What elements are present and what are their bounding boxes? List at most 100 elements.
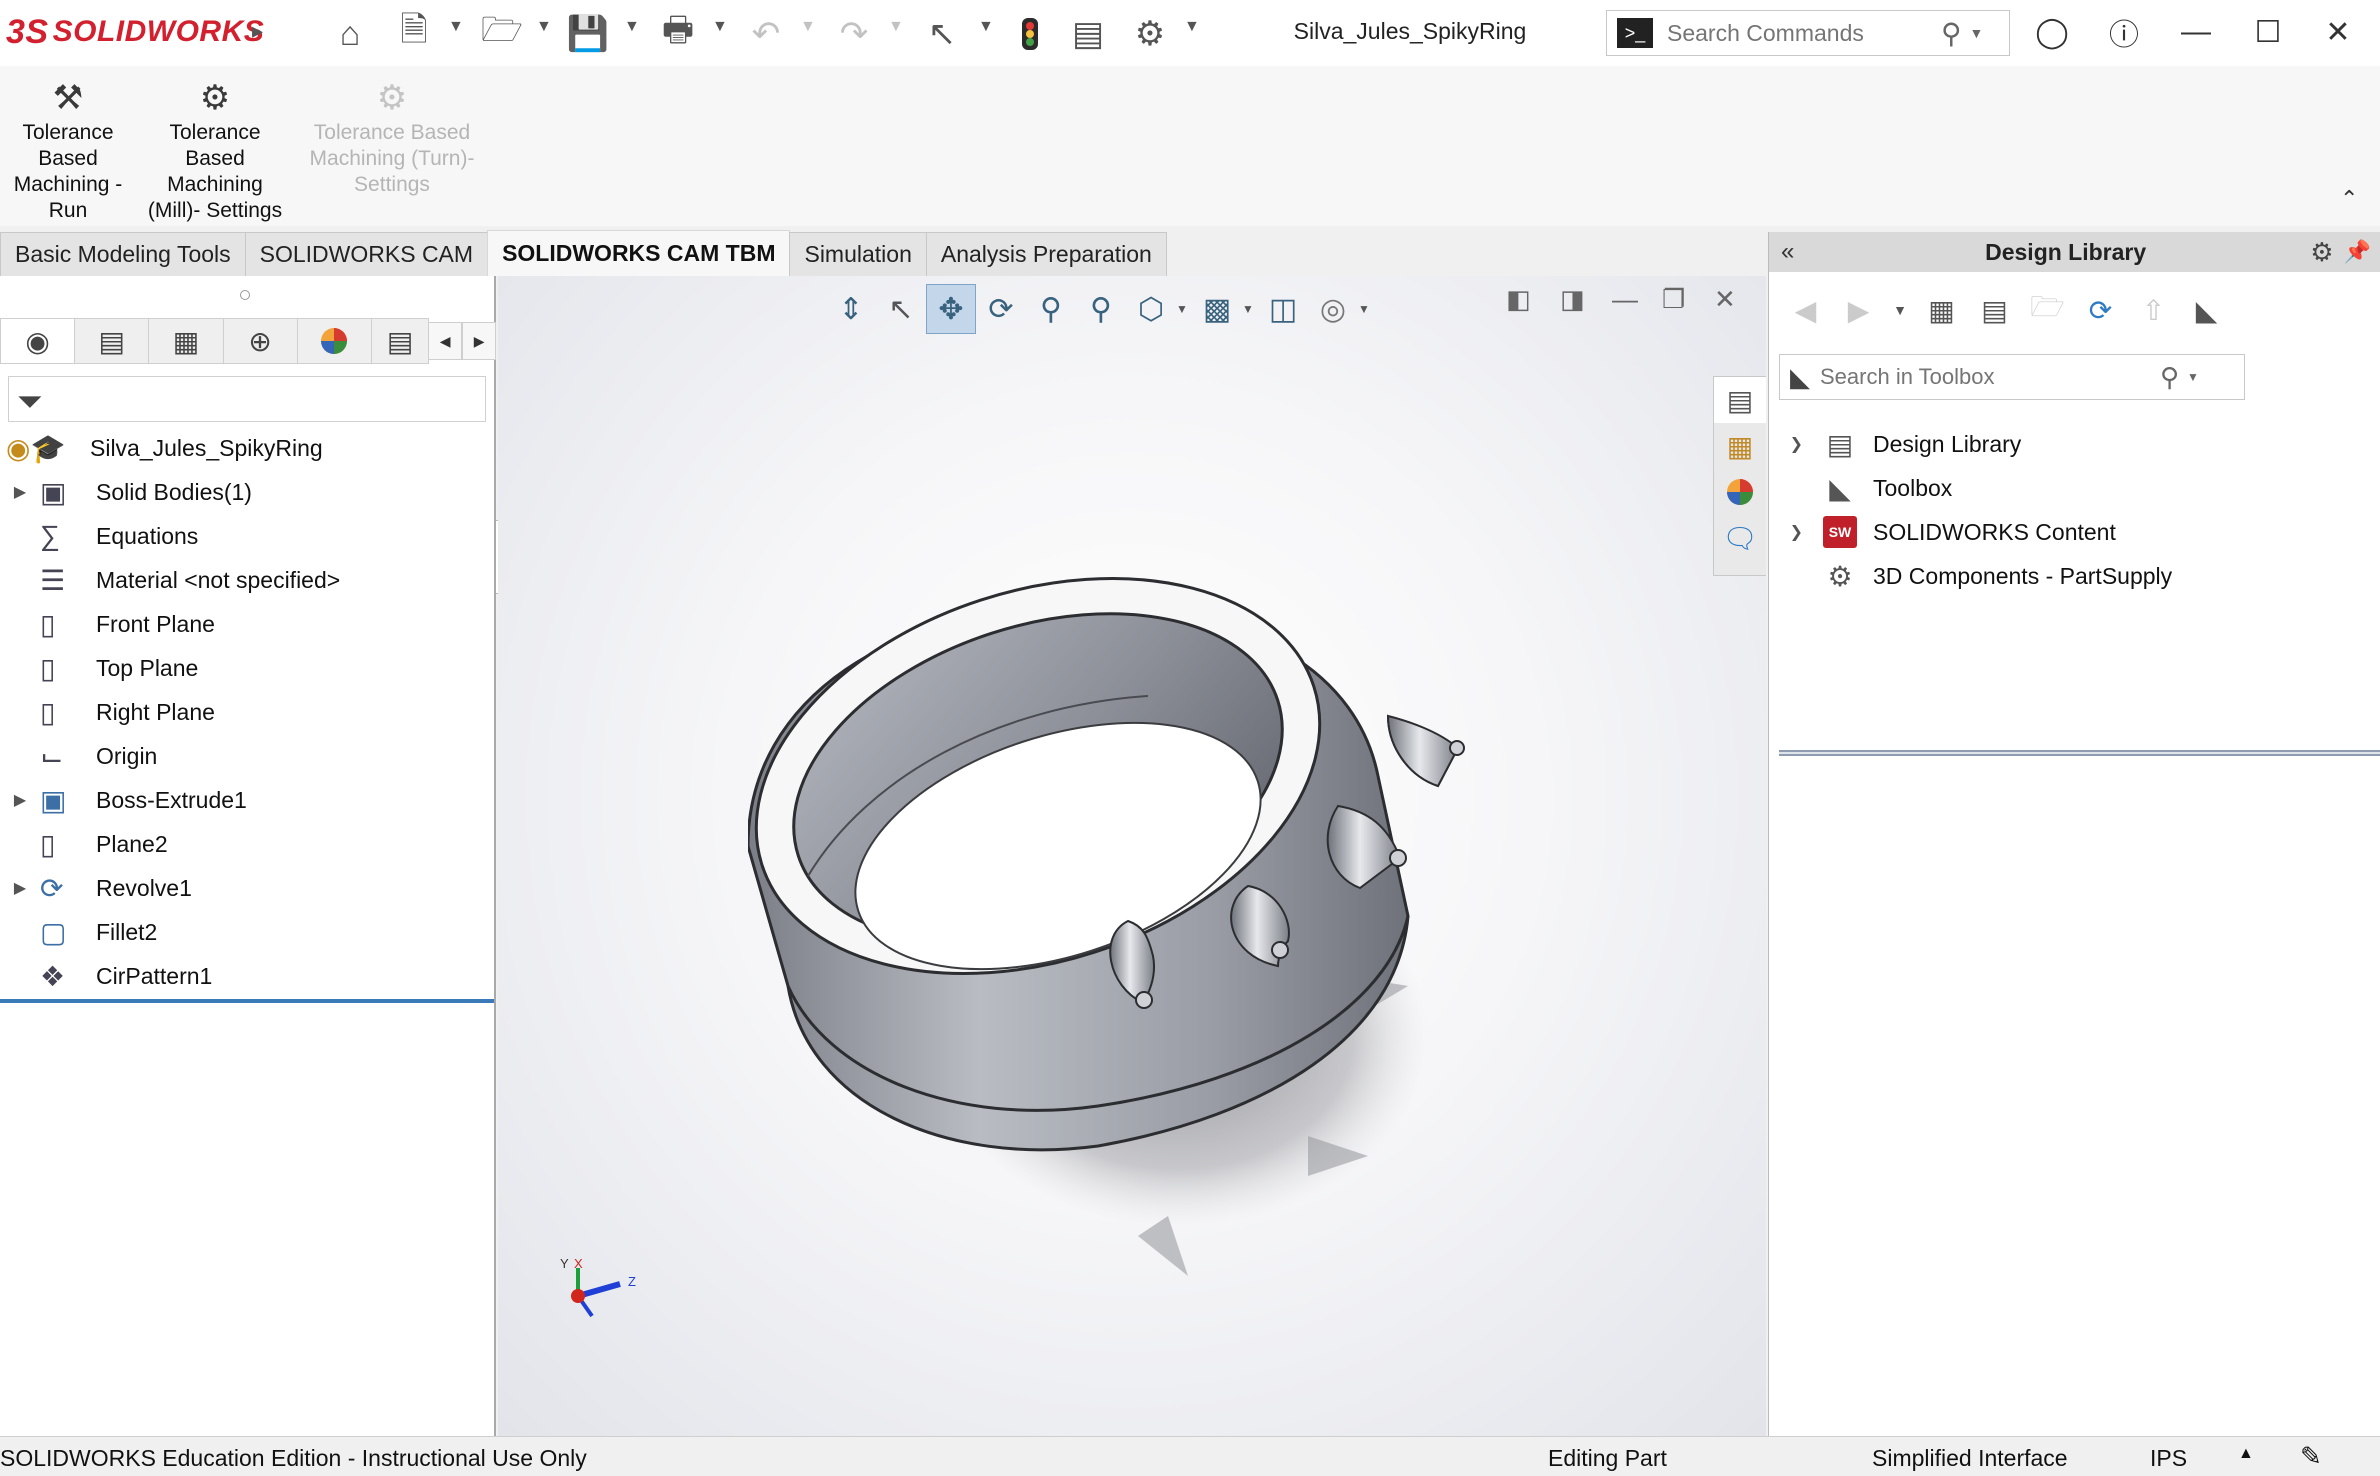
rollback-bar[interactable] <box>0 999 494 1003</box>
status-units[interactable]: IPS <box>2150 1445 2187 1472</box>
refresh-icon[interactable]: ⟳ <box>2074 294 2127 327</box>
viewport-tile-right-icon[interactable]: ◨ <box>1560 284 1585 315</box>
select-cursor-icon[interactable]: ↖ <box>920 12 964 56</box>
panel-handle-icon[interactable] <box>240 290 250 300</box>
save-icon[interactable]: 💾 <box>566 12 610 56</box>
menu-flyout-arrow-icon[interactable]: ▸ <box>252 18 263 44</box>
tbm-turn-settings-button[interactable]: ⚙ Tolerance Based Machining (Turn)- Sett… <box>302 76 482 198</box>
home-icon[interactable]: ⌂ <box>328 12 372 56</box>
units-dropdown-icon[interactable]: ▲ <box>2238 1445 2254 1463</box>
library-item-solidworks-content[interactable]: ❯ SW SOLIDWORKS Content <box>1769 510 2369 554</box>
tab-simulation[interactable]: Simulation <box>789 232 927 276</box>
redo-dropdown-icon[interactable]: ▼ <box>888 18 904 36</box>
toolbox-search-box[interactable]: ◣ ⚲ ▼ <box>1779 354 2245 400</box>
feature-tree-filter[interactable]: ⏷ <box>8 376 486 422</box>
collapse-panel-icon[interactable]: « <box>1781 238 1821 266</box>
select-icon[interactable]: ↖ <box>876 284 926 334</box>
up-one-level-icon[interactable]: ⇧ <box>2127 294 2180 327</box>
tree-item-boss-extrude1[interactable]: ▶ ▣ Boss-Extrude1 <box>0 778 494 822</box>
hide-show-items-icon[interactable]: ◎ <box>1308 284 1358 334</box>
configuration-manager-tab-icon[interactable]: ▦ <box>148 318 224 364</box>
tree-item-material[interactable]: ☰ Material <not specified> <box>0 558 494 602</box>
custom-properties-tab-icon[interactable]: 🗨 <box>1714 515 1766 561</box>
new-dropdown-icon[interactable]: ▼ <box>448 18 464 36</box>
feature-manager-tree-tab-icon[interactable]: ◉ <box>0 318 76 364</box>
redo-icon[interactable]: ↷ <box>832 12 876 56</box>
dimxpert-manager-tab-icon[interactable]: ⊕ <box>222 318 298 364</box>
create-new-folder-icon[interactable]: 🗁 <box>2021 286 2074 334</box>
expand-arrow-icon[interactable]: ❯ <box>1769 434 1815 454</box>
status-interface-mode[interactable]: Simplified Interface <box>1872 1445 2068 1472</box>
design-library-tab-icon[interactable]: ▤ <box>1714 377 1766 423</box>
tabs-scroll-right-icon[interactable]: ▶ <box>462 322 497 360</box>
reference-triad[interactable]: Y X Z <box>548 1256 658 1336</box>
tree-item-front-plane[interactable]: ▯ Front Plane <box>0 602 494 646</box>
tabs-scroll-left-icon[interactable]: ◀ <box>428 322 463 360</box>
display-manager-tab-icon[interactable] <box>296 318 372 364</box>
back-icon[interactable]: ◀ <box>1779 294 1832 327</box>
filter-icon[interactable]: ⏷ <box>17 383 43 421</box>
tree-item-solid-bodies[interactable]: ▶ ▣ Solid Bodies(1) <box>0 470 494 514</box>
search-commands-input[interactable] <box>1667 19 1937 47</box>
property-manager-tab-icon[interactable]: ▤ <box>74 318 150 364</box>
print-icon[interactable]: 🖶 <box>656 11 700 56</box>
graphics-area[interactable]: ⇕ ↖ ✥ ⟳ ⚲ ⚲ ⬡ ▼ ▩ ▼ ◫ ◎ ▼ ◧ ◨ — ❐ ✕ ▤ ▦ … <box>498 276 1766 1436</box>
undo-icon[interactable]: ↶ <box>744 12 788 56</box>
tree-item-top-plane[interactable]: ▯ Top Plane <box>0 646 494 690</box>
viewport-tile-left-icon[interactable]: ◧ <box>1506 284 1531 315</box>
open-folder-icon[interactable]: 🗁 <box>480 11 524 56</box>
expand-arrow-icon[interactable]: ▶ <box>0 482 40 502</box>
tree-item-plane2[interactable]: ▯ Plane2 <box>0 822 494 866</box>
tab-analysis-preparation[interactable]: Analysis Preparation <box>925 232 1167 276</box>
tbm-mill-settings-button[interactable]: ⚙ Tolerance Based Machining (Mill)- Sett… <box>140 76 290 224</box>
library-item-partsupply[interactable]: ⚙ 3D Components - PartSupply <box>1769 554 2369 598</box>
close-window-icon[interactable]: ✕ <box>2310 8 2366 56</box>
expand-arrow-icon[interactable]: ▶ <box>0 790 40 810</box>
pan-icon[interactable]: ✥ <box>926 284 976 334</box>
library-item-design-library[interactable]: ❯ ▤ Design Library <box>1769 422 2369 466</box>
help-icon[interactable]: ⓘ <box>2096 8 2152 56</box>
undo-dropdown-icon[interactable]: ▼ <box>800 18 816 36</box>
user-account-icon[interactable]: ◯ <box>2024 8 2080 56</box>
toolbox-settings-icon[interactable]: ◣ <box>2180 294 2233 327</box>
tbm-run-button[interactable]: ⚒ Tolerance Based Machining - Run <box>6 76 130 224</box>
new-document-icon[interactable]: 🗎 <box>392 11 436 56</box>
collapse-ribbon-icon[interactable]: ⌃ <box>2340 186 2358 212</box>
view-orientation-icon[interactable]: ⬡ <box>1126 284 1176 334</box>
zoom-icon[interactable]: ⚲ <box>1026 284 1076 334</box>
viewport-restore-icon[interactable]: ❐ <box>1662 284 1685 315</box>
tree-item-origin[interactable]: ⌙ Origin <box>0 734 494 778</box>
minimize-window-icon[interactable]: — <box>2168 8 2224 56</box>
tree-item-right-plane[interactable]: ▯ Right Plane <box>0 690 494 734</box>
save-dropdown-icon[interactable]: ▼ <box>624 18 640 36</box>
customize-status-bar-icon[interactable]: ✎ <box>2300 1441 2322 1472</box>
search-icon[interactable]: ⚲ <box>2160 362 2179 393</box>
display-style-icon[interactable]: ▩ <box>1192 284 1242 334</box>
search-commands-box[interactable]: >_ ⚲ ▼ <box>1606 10 2010 56</box>
expand-arrow-icon[interactable]: ❯ <box>1769 522 1815 542</box>
tree-item-fillet2[interactable]: ▢ Fillet2 <box>0 910 494 954</box>
tab-basic-modeling-tools[interactable]: Basic Modeling Tools <box>0 232 246 276</box>
file-properties-icon[interactable]: ▤ <box>1066 12 1110 56</box>
cam-tab-icon[interactable]: ▤ <box>370 318 430 364</box>
rotate-icon[interactable]: ⟳ <box>976 284 1026 334</box>
view-orientation-dropdown-icon[interactable]: ▼ <box>1176 302 1192 316</box>
options-gear-icon[interactable]: ⚙ <box>1128 12 1172 56</box>
tree-root-part[interactable]: ◉🎓 Silva_Jules_SpikyRing <box>0 426 494 470</box>
tab-solidworks-cam[interactable]: SOLIDWORKS CAM <box>244 232 489 276</box>
options-dropdown-icon[interactable]: ▼ <box>1184 18 1200 36</box>
viewport-close-icon[interactable]: ✕ <box>1714 284 1736 315</box>
pin-icon[interactable]: 📌 <box>2344 239 2371 265</box>
rebuild-traffic-light-icon[interactable] <box>1008 12 1052 56</box>
forward-icon[interactable]: ▶ <box>1832 294 1885 327</box>
zoom-to-area-icon[interactable]: ⚲ <box>1076 284 1126 334</box>
tree-item-revolve1[interactable]: ▶ ⟳ Revolve1 <box>0 866 494 910</box>
settings-gear-icon[interactable]: ⚙ <box>2310 237 2333 268</box>
tree-item-equations[interactable]: ∑ Equations <box>0 514 494 558</box>
solidworks-logo[interactable]: 3S SOLIDWORKS <box>6 10 264 54</box>
open-dropdown-icon[interactable]: ▼ <box>536 18 552 36</box>
search-icon[interactable]: ⚲ <box>1941 17 1962 50</box>
tab-solidworks-cam-tbm[interactable]: SOLIDWORKS CAM TBM <box>487 230 791 276</box>
select-dropdown-icon[interactable]: ▼ <box>978 18 994 36</box>
hide-show-dropdown-icon[interactable]: ▼ <box>1358 302 1374 316</box>
